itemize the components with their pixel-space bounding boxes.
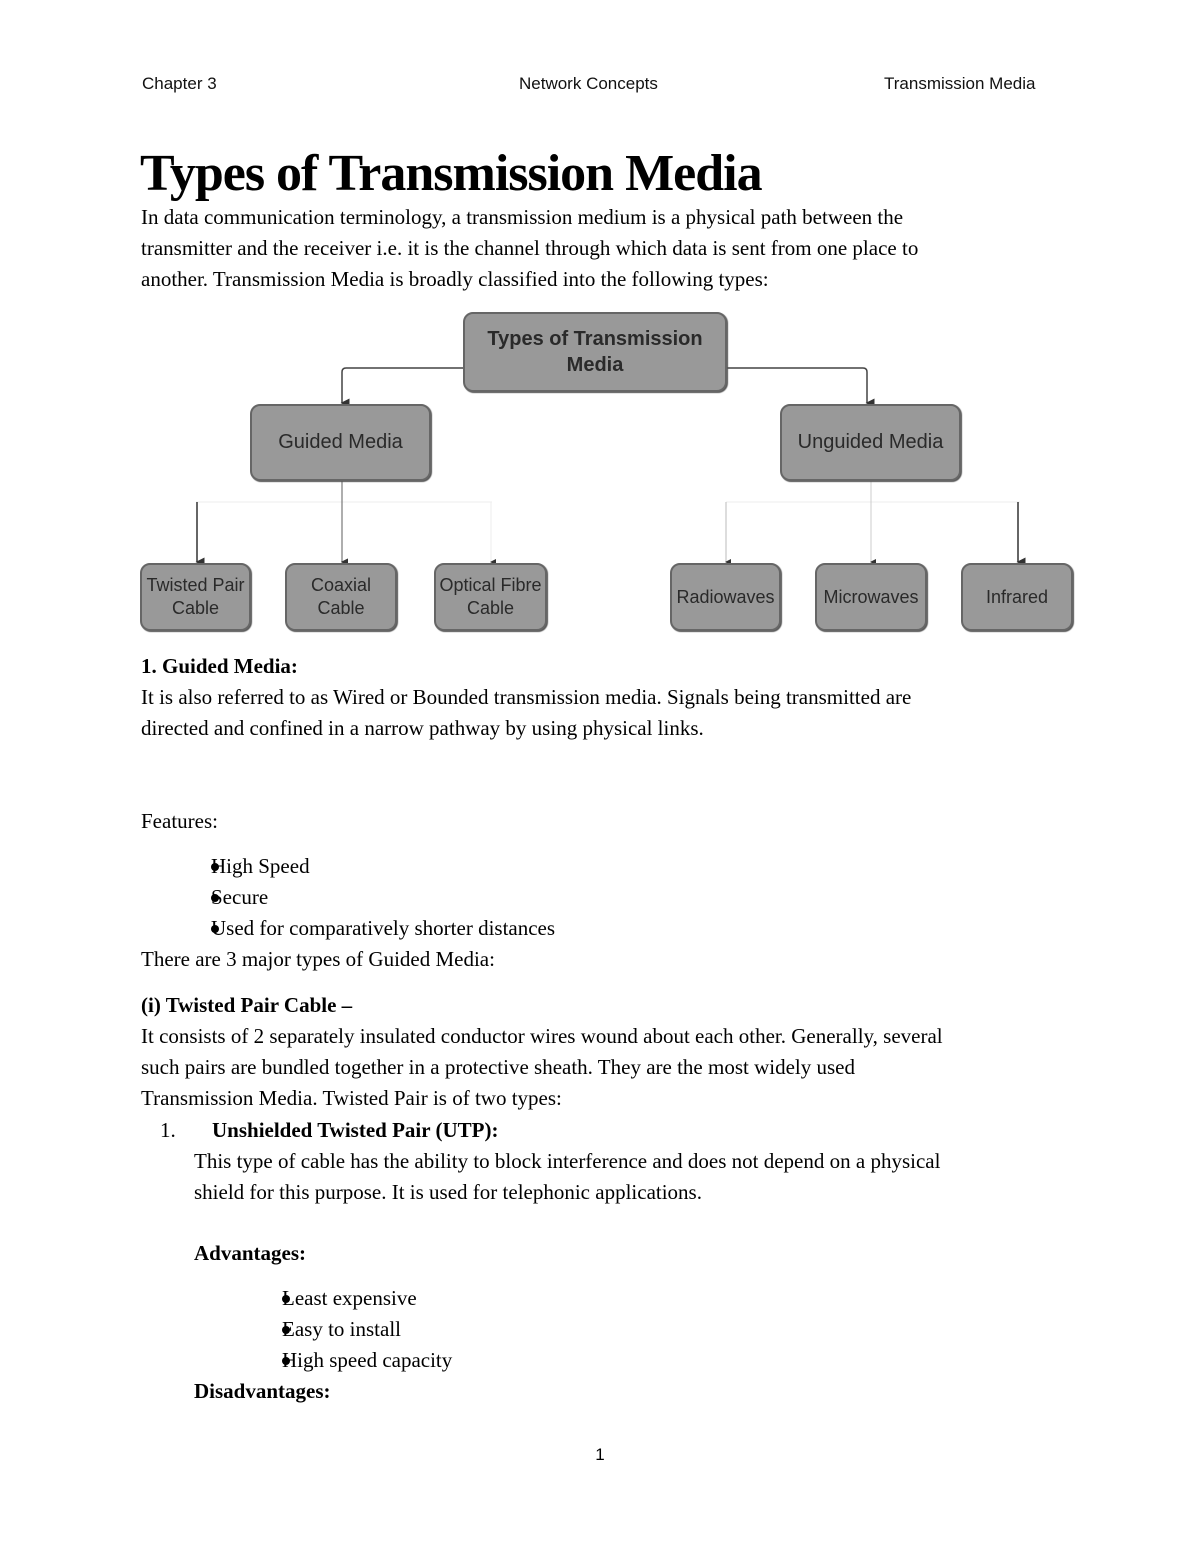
feature-item: Secure — [141, 882, 1061, 913]
advantage-item: High speed capacity — [212, 1345, 812, 1376]
twisted-pair-heading: (i) Twisted Pair Cable – — [141, 993, 353, 1017]
utp-description: This type of cable has the ability to bl… — [194, 1146, 1064, 1208]
guided-line: It is also referred to as Wired or Bound… — [141, 685, 912, 709]
node-root: Types of Transmission Media — [463, 312, 727, 392]
guided-types-intro: There are 3 major types of Guided Media: — [141, 947, 495, 971]
node-unguided-media: Unguided Media — [780, 404, 961, 481]
advantage-text: Least expensive — [282, 1286, 417, 1310]
feature-item: High Speed — [141, 851, 1061, 882]
node-guided-media: Guided Media — [250, 404, 431, 481]
node-infrared: Infrared — [961, 563, 1073, 631]
advantage-item: Easy to install — [212, 1314, 812, 1345]
header-subject: Network Concepts — [519, 74, 658, 93]
features-label: Features: — [141, 809, 218, 833]
guided-media-heading: 1. Guided Media: — [141, 654, 298, 678]
twisted-pair-line: such pairs are bundled together in a pro… — [141, 1055, 855, 1079]
advantage-text: High speed capacity — [282, 1348, 453, 1372]
advantage-item: Least expensive — [212, 1283, 812, 1314]
node-twisted-pair-cable: Twisted Pair Cable — [140, 563, 251, 631]
header-topic: Transmission Media — [884, 74, 1036, 93]
features-list: High Speed Secure Used for comparatively… — [141, 851, 1061, 944]
node-radiowaves: Radiowaves — [670, 563, 781, 631]
utp-line: This type of cable has the ability to bl… — [194, 1149, 941, 1173]
guided-media-description: It is also referred to as Wired or Bound… — [141, 682, 1061, 744]
intro-paragraph: In data communication terminology, a tra… — [141, 202, 1061, 295]
node-coaxial-cable: Coaxial Cable — [285, 563, 397, 631]
advantages-label: Advantages: — [194, 1241, 307, 1265]
twisted-pair-line: Transmission Media. Twisted Pair is of t… — [141, 1086, 562, 1110]
advantage-text: Easy to install — [282, 1317, 401, 1341]
page-number: 1 — [595, 1445, 605, 1464]
page-title: Types of Transmission Media — [140, 145, 763, 202]
utp-number: 1. — [160, 1118, 176, 1142]
feature-text: Used for comparatively shorter distances — [211, 916, 556, 940]
intro-line: another. Transmission Media is broadly c… — [141, 267, 769, 291]
twisted-pair-description: It consists of 2 separately insulated co… — [141, 1021, 1061, 1114]
feature-item: Used for comparatively shorter distances — [141, 913, 1061, 944]
disadvantages-label: Disadvantages: — [194, 1379, 331, 1403]
connector-root-guided — [340, 367, 463, 408]
node-optical-fibre-cable: Optical Fibre Cable — [434, 563, 547, 631]
utp-heading: Unshielded Twisted Pair (UTP): — [212, 1118, 499, 1142]
utp-line: shield for this purpose. It is used for … — [194, 1180, 702, 1204]
advantages-list: Least expensive Easy to install High spe… — [212, 1283, 812, 1376]
node-microwaves: Microwaves — [815, 563, 927, 631]
header-chapter: Chapter 3 — [142, 74, 217, 93]
twisted-pair-line: It consists of 2 separately insulated co… — [141, 1024, 943, 1048]
transmission-media-diagram: Types of Transmission Media Guided Media… — [130, 300, 1090, 645]
intro-line: transmitter and the receiver i.e. it is … — [141, 236, 919, 260]
feature-text: High Speed — [211, 854, 310, 878]
connector-root-unguided — [727, 367, 875, 408]
guided-line: directed and confined in a narrow pathwa… — [141, 716, 704, 740]
feature-text: Secure — [211, 885, 269, 909]
intro-line: In data communication terminology, a tra… — [141, 205, 904, 229]
